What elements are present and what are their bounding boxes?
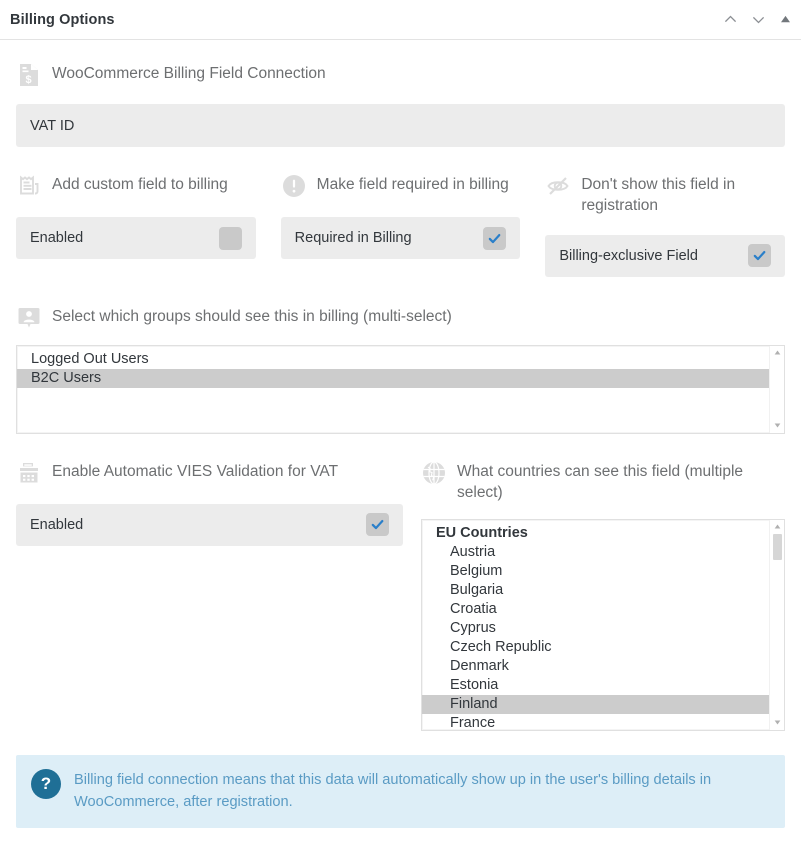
list-item[interactable]: Cyprus — [422, 619, 769, 638]
exclamation-circle-icon — [281, 173, 307, 199]
countries-option-list: EU Countries Austria Belgium Bulgaria Cr… — [422, 520, 769, 730]
make-required-checkbox[interactable] — [483, 226, 507, 250]
groups-scrollbar[interactable] — [769, 345, 784, 433]
woo-connection-value-field[interactable]: VAT ID — [16, 104, 785, 147]
woo-connection-label-row: $ WooCommerce Billing Field Connection — [16, 62, 785, 88]
vies-validation-column: Enable Automatic VIES Validation for VAT… — [16, 460, 403, 731]
list-item[interactable]: B2C Users — [17, 368, 769, 388]
add-custom-field-control[interactable]: Enabled — [16, 217, 256, 259]
receipt-icon — [16, 173, 42, 199]
hide-in-registration-column: Don't show this field in registration Bi… — [545, 173, 786, 277]
info-notice: ? Billing field connection means that th… — [16, 754, 785, 829]
list-group-label: EU Countries — [436, 524, 528, 541]
countries-select-label-row: What countries can see this field (multi… — [421, 460, 785, 504]
page-title: Billing Options — [10, 11, 115, 28]
billing-options-row: Add custom field to billing Enabled Make… — [16, 173, 786, 277]
add-custom-field-label: Add custom field to billing — [52, 176, 228, 193]
vies-countries-row: Enable Automatic VIES Validation for VAT… — [16, 460, 785, 731]
countries-scrollbar[interactable] — [769, 519, 784, 730]
make-required-column: Make field required in billing Required … — [280, 173, 521, 277]
make-required-label-row: Make field required in billing — [281, 173, 521, 199]
vies-validation-control[interactable]: Enabled — [16, 503, 403, 546]
groups-multiselect[interactable]: Logged Out Users B2C Users — [16, 344, 785, 434]
panel-header: Billing Options — [0, 0, 801, 40]
list-item[interactable]: Estonia — [422, 676, 769, 695]
groups-select-label: Select which groups should see this in b… — [52, 307, 452, 325]
woo-connection-label: WooCommerce Billing Field Connection — [52, 65, 326, 82]
list-item[interactable]: Bulgaria — [422, 581, 769, 600]
groups-option-list: Logged Out Users B2C Users — [17, 346, 769, 433]
user-badge-icon — [16, 305, 42, 331]
panel-body: $ WooCommerce Billing Field Connection V… — [0, 40, 801, 829]
countries-select-column: What countries can see this field (multi… — [421, 460, 785, 731]
eye-slash-icon — [545, 173, 571, 199]
list-item[interactable]: Czech Republic — [422, 638, 769, 657]
scroll-up-icon[interactable] — [770, 347, 784, 359]
vies-validation-checkbox-label: Enabled — [30, 516, 84, 533]
list-item[interactable]: Croatia — [422, 600, 769, 619]
list-item[interactable]: Denmark — [422, 657, 769, 676]
make-required-control[interactable]: Required in Billing — [280, 217, 521, 259]
svg-text:$: $ — [25, 74, 31, 86]
hide-in-registration-label: Don't show this field in registration — [581, 176, 736, 214]
countries-scroll-thumb[interactable] — [773, 533, 782, 560]
make-required-checkbox-label: Required in Billing — [294, 230, 412, 246]
cash-register-icon — [16, 460, 42, 486]
hide-in-registration-checkbox[interactable] — [748, 244, 772, 268]
hide-in-registration-control[interactable]: Billing-exclusive Field — [545, 234, 786, 277]
add-custom-field-checkbox-label: Enabled — [30, 230, 84, 246]
scroll-down-icon[interactable] — [770, 717, 784, 729]
collapse-toggle-icon[interactable] — [775, 9, 795, 31]
hide-in-registration-label-row: Don't show this field in registration — [545, 173, 785, 217]
add-custom-field-label-row: Add custom field to billing — [16, 173, 256, 199]
list-item[interactable]: France — [422, 714, 769, 730]
vies-validation-checkbox[interactable] — [366, 513, 389, 537]
list-item[interactable]: Logged Out Users — [17, 350, 769, 369]
globe-icon — [421, 460, 447, 486]
scroll-up-icon[interactable] — [770, 521, 784, 533]
list-item[interactable]: Belgium — [422, 562, 769, 581]
list-item[interactable]: Austria — [422, 543, 769, 562]
list-item[interactable]: Finland — [422, 694, 769, 714]
vies-validation-label: Enable Automatic VIES Validation for VAT — [52, 462, 339, 480]
vies-validation-label-row: Enable Automatic VIES Validation for VAT — [16, 460, 403, 486]
header-controls — [719, 0, 795, 39]
countries-multiselect[interactable]: EU Countries Austria Belgium Bulgaria Cr… — [421, 518, 785, 731]
woo-connection-value: VAT ID — [30, 117, 75, 134]
info-notice-text: Billing field connection means that this… — [74, 771, 712, 810]
move-down-icon[interactable] — [747, 9, 769, 31]
add-custom-field-checkbox[interactable] — [218, 226, 242, 250]
move-up-icon[interactable] — [719, 9, 741, 31]
add-custom-field-column: Add custom field to billing Enabled — [16, 173, 256, 277]
groups-select-label-row: Select which groups should see this in b… — [16, 305, 785, 331]
hide-in-registration-checkbox-label: Billing-exclusive Field — [559, 247, 698, 264]
scroll-down-icon[interactable] — [770, 420, 784, 432]
countries-select-label: What countries can see this field (multi… — [457, 462, 744, 501]
question-mark-icon: ? — [31, 768, 61, 799]
invoice-dollar-icon: $ — [16, 62, 42, 88]
make-required-label: Make field required in billing — [316, 176, 509, 193]
